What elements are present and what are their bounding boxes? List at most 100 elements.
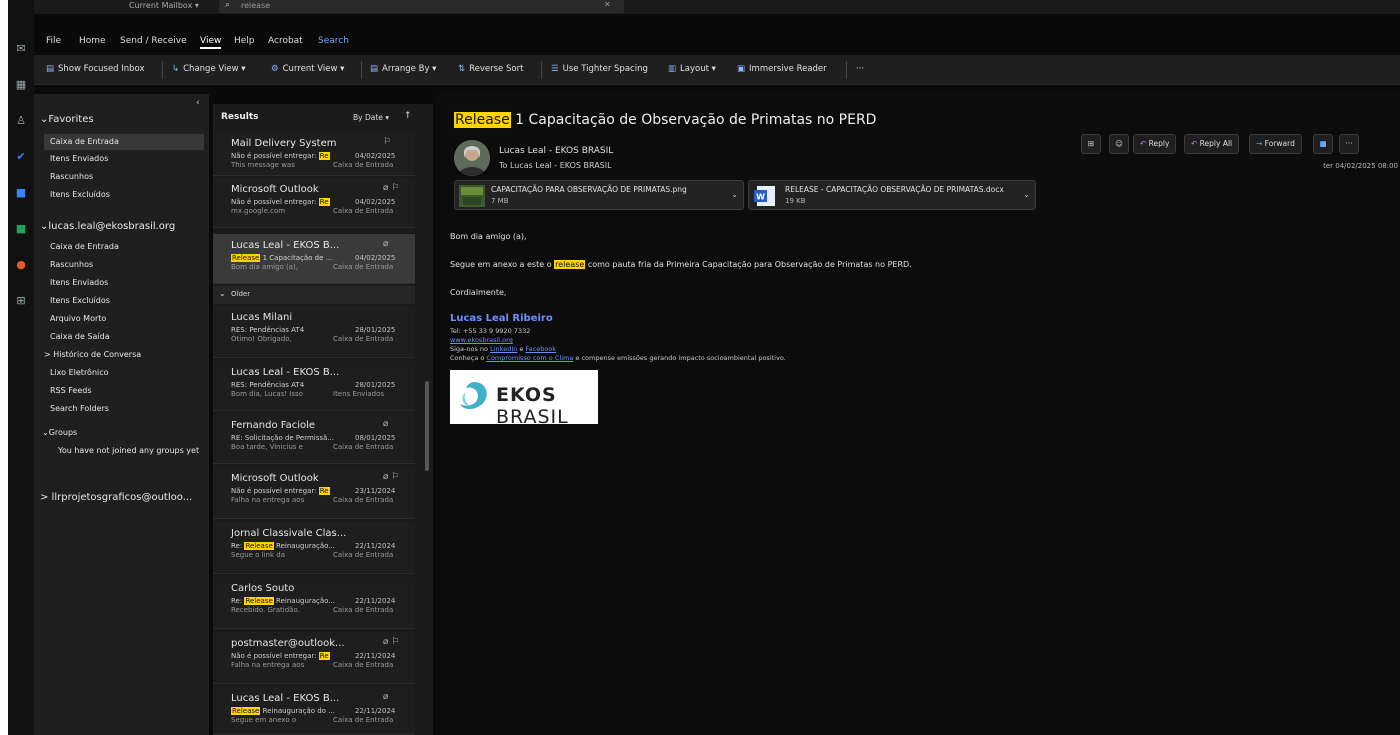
results-title: Results: [221, 112, 259, 122]
groups-header[interactable]: ⌄Groups: [42, 428, 77, 437]
list-item[interactable]: Microsoft Outlook ⌀ ⚐ Não é possível entre…: [213, 178, 415, 228]
menu-acrobat[interactable]: Acrobat: [268, 36, 303, 46]
mailbox-scope-dropdown[interactable]: Current Mailbox ▾: [129, 1, 199, 10]
reverse-sort-button[interactable]: ⇅ Reverse Sort: [458, 64, 523, 74]
message-flags-icon[interactable]: ⌀ ⚐: [383, 472, 399, 482]
favorite-drafts[interactable]: Rascunhos: [50, 172, 93, 181]
folder-junk[interactable]: Lixo Eletrônico: [50, 368, 109, 377]
teams-icon[interactable]: ■: [1313, 134, 1333, 154]
menu-send-receive[interactable]: Send / Receive: [120, 36, 187, 46]
folder-drafts[interactable]: Rascunhos: [50, 260, 93, 269]
show-focused-inbox-button[interactable]: ▤ Show Focused Inbox: [46, 64, 145, 74]
message-date: 28/01/2025: [355, 381, 396, 389]
email-closing: Cordialmente,: [450, 288, 507, 297]
people-icon[interactable]: ♙: [14, 114, 28, 128]
immersive-reader-button[interactable]: ▣ Immersive Reader: [737, 64, 827, 74]
folder-rss[interactable]: RSS Feeds: [50, 386, 92, 395]
menu-view[interactable]: View: [200, 36, 222, 49]
menu-home[interactable]: Home: [79, 36, 106, 46]
list-item[interactable]: Lucas Milani RES: Pendências AT4 28/01/202…: [213, 306, 415, 358]
message-flags-icon[interactable]: ⌀: [383, 692, 388, 702]
menu-help[interactable]: Help: [234, 36, 255, 46]
more-actions-button[interactable]: ···: [1339, 134, 1359, 154]
climate-link[interactable]: Compromisso com o Clima: [486, 354, 573, 362]
folder-inbox[interactable]: Caixa de Entrada: [50, 242, 119, 251]
reply-button[interactable]: ↶ Reply: [1133, 134, 1177, 154]
list-item[interactable]: Mail Delivery System ⚐ Não é possível entr…: [213, 132, 415, 176]
list-item[interactable]: postmaster@outlook... ⌀ ⚐ Não é possível e…: [213, 632, 415, 684]
attachment-docx[interactable]: W RELEASE - CAPACITAÇÃO OBSERVAÇÃO DE PR…: [748, 180, 1036, 210]
reading-pane: Release 1 Capacitação de Observação de P…: [437, 94, 1400, 735]
other-account-header[interactable]: > llrprojetosgraficos@outloo...: [40, 492, 192, 503]
favorite-deleted[interactable]: Itens Excluídos: [50, 190, 110, 199]
sort-direction-icon[interactable]: ↑: [404, 111, 412, 121]
message-flags-icon[interactable]: ⌀: [383, 239, 388, 249]
message-flags-icon[interactable]: ⚐: [383, 137, 391, 147]
chevron-down-icon[interactable]: ⌄: [1023, 190, 1030, 199]
excel-app-icon[interactable]: ■: [14, 222, 28, 236]
emoji-icon[interactable]: ☺: [1109, 134, 1129, 154]
list-item[interactable]: Microsoft Outlook ⌀ ⚐ Não é possível entre…: [213, 467, 415, 519]
message-sender: Lucas Leal - EKOS B...: [231, 240, 340, 251]
forward-button[interactable]: → Forward: [1249, 134, 1302, 154]
change-view-button[interactable]: ↳ Change View ▾: [172, 64, 246, 74]
folder-conversation-history[interactable]: > Histórico de Conversa: [44, 350, 141, 359]
divider: [541, 61, 542, 79]
facebook-link[interactable]: Facebook: [526, 345, 557, 353]
folder-search-folders[interactable]: Search Folders: [50, 404, 109, 413]
menu-search[interactable]: Search: [318, 36, 349, 46]
apps-icon[interactable]: ⊞: [14, 294, 28, 308]
linkedin-link[interactable]: LinkedIn: [490, 345, 517, 353]
close-search-icon[interactable]: ✕: [604, 0, 611, 9]
list-item[interactable]: Carlos Souto Re: Release Reinauguração...…: [213, 577, 415, 629]
folder-outbox[interactable]: Caixa de Saída: [50, 332, 110, 341]
search-input[interactable]: release: [241, 1, 270, 10]
message-flags-icon[interactable]: ⌀: [383, 419, 388, 429]
folder-deleted[interactable]: Itens Excluídos: [50, 296, 110, 305]
arrange-by-button[interactable]: ▤ Arrange By ▾: [370, 64, 436, 74]
list-item[interactable]: Lucas Leal - EKOS B... RES: Pendências AT…: [213, 361, 415, 411]
list-item[interactable]: Fernando Faciole ⌀ RE: Solicitação de Perm…: [213, 414, 415, 464]
chevron-down-icon[interactable]: ⌄: [731, 190, 738, 199]
older-group-header[interactable]: ⌄ Older: [213, 286, 415, 304]
message-folder: Caixa de Entrada: [333, 443, 394, 451]
powerpoint-app-icon[interactable]: ●: [14, 258, 28, 272]
search-box[interactable]: ⌕ release ✕: [219, 0, 624, 13]
favorite-inbox[interactable]: Caixa de Entrada: [44, 134, 204, 150]
apps-icon[interactable]: ⊞: [1081, 134, 1101, 154]
folder-sent[interactable]: Itens Enviados: [50, 278, 108, 287]
layout-button[interactable]: ▥ Layout ▾: [668, 64, 716, 74]
list-item[interactable]: Jornal Classivale Clas... Re: Release Rei…: [213, 522, 415, 574]
list-item[interactable]: Lucas Leal - EKOS B... ⌀ Release Reinaugur…: [213, 687, 415, 735]
list-item[interactable]: Lucas Leal - EKOS B... ⌀ Release 1 Capacit…: [213, 234, 415, 284]
reply-all-button[interactable]: ↶ Reply All: [1184, 134, 1240, 154]
favorites-header[interactable]: ⌄Favorites: [40, 114, 94, 125]
website-link[interactable]: www.ekosbrasil.org: [450, 336, 513, 344]
message-list-scroll-thumb[interactable]: [425, 381, 429, 471]
message-preview: Falha na entrega aos: [231, 661, 305, 669]
message-folder: Itens Enviados: [333, 390, 385, 398]
more-ribbon-button[interactable]: ···: [856, 64, 864, 74]
message-sender: Lucas Milani: [231, 312, 293, 323]
message-subject: RE: Solicitação de Permissã...: [231, 434, 334, 442]
account-header[interactable]: ⌄lucas.leal@ekosbrasil.org: [40, 221, 175, 232]
message-subject: Não é possível entregar: Re: [231, 198, 330, 206]
avatar[interactable]: [454, 140, 490, 176]
message-flags-icon[interactable]: ⌀ ⚐: [383, 637, 399, 647]
message-date: 04/02/2025: [355, 198, 396, 206]
word-app-icon[interactable]: ■: [14, 186, 28, 200]
menu-file[interactable]: File: [46, 36, 61, 46]
tighter-spacing-button[interactable]: ☰ Use Tighter Spacing: [551, 64, 648, 74]
collapse-pane-icon[interactable]: ‹: [196, 98, 200, 108]
current-view-button[interactable]: ⚙ Current View ▾: [271, 64, 344, 74]
attachment-png[interactable]: CAPACITAÇÃO PARA OBSERVAÇÃO DE PRIMATAS.…: [454, 180, 744, 210]
todo-icon[interactable]: ✔: [14, 150, 28, 164]
message-flags-icon[interactable]: ⌀ ⚐: [383, 183, 399, 193]
message-folder: Caixa de Entrada: [333, 551, 394, 559]
calendar-icon[interactable]: ▦: [14, 78, 28, 92]
sender-name[interactable]: Lucas Leal - EKOS BRASIL: [499, 146, 613, 156]
folder-archive[interactable]: Arquivo Morto: [50, 314, 106, 323]
mail-icon[interactable]: ✉: [14, 42, 28, 56]
sort-by-date-dropdown[interactable]: By Date ▾: [353, 113, 389, 122]
favorite-sent[interactable]: Itens Enviados: [50, 154, 108, 163]
